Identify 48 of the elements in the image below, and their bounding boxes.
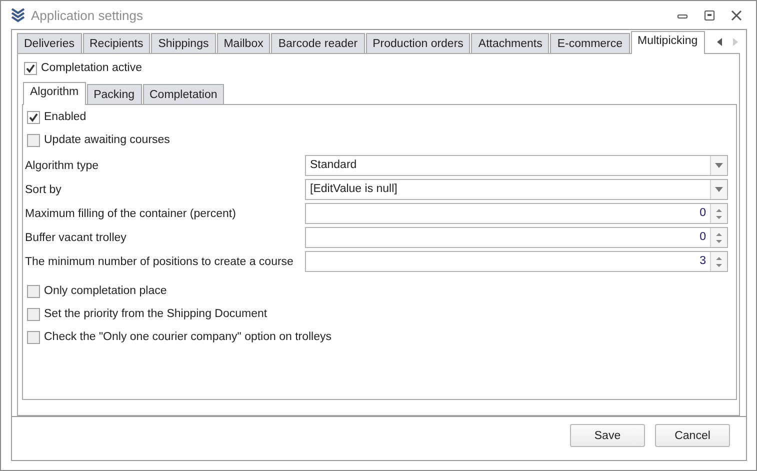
tab[interactable]: E-commerce bbox=[550, 33, 630, 54]
checkbox[interactable] bbox=[27, 308, 40, 321]
tab[interactable]: Algorithm bbox=[23, 82, 86, 106]
tab[interactable]: Attachments bbox=[471, 33, 550, 54]
checkbox-label: Completation active bbox=[41, 62, 142, 74]
maximize-icon[interactable] bbox=[704, 10, 715, 21]
dropdown-arrow-icon bbox=[715, 187, 723, 192]
dialog-button[interactable]: Save bbox=[570, 424, 645, 448]
checkbox-label: Set the priority from the Shipping Document bbox=[44, 308, 268, 320]
tab[interactable]: Packing bbox=[86, 84, 142, 104]
dropdown-arrow-icon bbox=[715, 163, 723, 168]
window-title: Application settings bbox=[31, 8, 144, 23]
tab[interactable]: Barcode reader bbox=[271, 33, 365, 54]
checkmark-icon bbox=[26, 64, 35, 73]
tab[interactable]: Recipients bbox=[82, 33, 150, 54]
dropdown-field[interactable]: Standard bbox=[305, 155, 728, 176]
spin-arrows-icon bbox=[716, 208, 722, 220]
checkbox[interactable] bbox=[27, 110, 40, 124]
number-field[interactable]: 3 bbox=[305, 251, 728, 272]
checkbox-label: Update awaiting courses bbox=[44, 134, 170, 146]
field-label: The minimum number of positions to create a course bbox=[25, 256, 294, 268]
field-label: Algorithm type bbox=[25, 160, 100, 172]
checkbox-label: Check the "Only one courier company" option on trolleys bbox=[44, 331, 332, 344]
dropdown-field[interactable]: [EditValue is null] bbox=[305, 179, 728, 200]
field-label: Maximum filling of the container (percent) bbox=[25, 208, 237, 220]
checkbox[interactable] bbox=[27, 134, 40, 147]
spin-arrows-icon bbox=[716, 232, 722, 244]
dialog-button[interactable]: Cancel bbox=[655, 424, 730, 448]
checkbox[interactable] bbox=[27, 330, 40, 344]
chevrons-logo-icon bbox=[11, 7, 25, 24]
checkmark-icon bbox=[29, 112, 38, 122]
field-label: Sort by bbox=[25, 184, 62, 196]
number-field[interactable]: 0 bbox=[305, 227, 728, 248]
checkbox-label: Only completation place bbox=[44, 285, 167, 298]
tab[interactable]: Production orders bbox=[366, 33, 470, 54]
checkbox[interactable] bbox=[27, 284, 40, 298]
close-icon[interactable] bbox=[731, 10, 742, 21]
field-label: Buffer vacant trolley bbox=[25, 232, 128, 244]
scroll-left-icon[interactable] bbox=[717, 38, 723, 46]
tab[interactable]: Deliveries bbox=[17, 33, 82, 54]
spin-arrows-icon bbox=[716, 256, 722, 268]
tab[interactable]: Multipicking bbox=[630, 31, 705, 54]
checkbox[interactable] bbox=[24, 62, 37, 75]
tab[interactable]: Shippings bbox=[151, 33, 216, 54]
tab[interactable]: Completation bbox=[142, 84, 224, 104]
tab[interactable]: Mailbox bbox=[216, 33, 270, 54]
number-field[interactable]: 0 bbox=[305, 203, 728, 224]
checkbox-label: Enabled bbox=[44, 111, 86, 124]
